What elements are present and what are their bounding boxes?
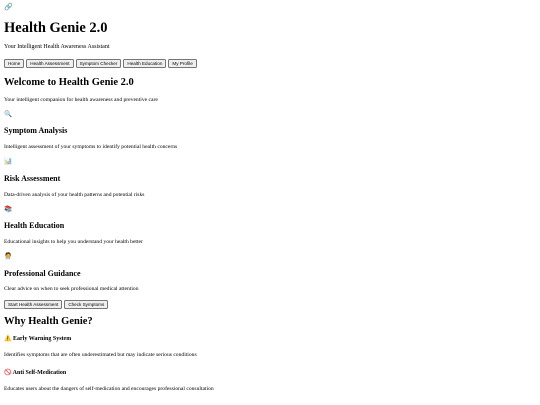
start-health-assessment-button[interactable]: Start Health Assessment — [4, 300, 63, 309]
feature-description: Intelligent assessment of your symptoms … — [4, 144, 178, 150]
magnifier-icon: 🔍 — [4, 111, 13, 118]
nav-symptom-checker-button[interactable]: Symptom Checker — [75, 59, 122, 68]
nav-home-button[interactable]: Home — [4, 59, 25, 68]
app-tagline: Your Intelligent Health Awareness Assist… — [4, 44, 110, 50]
health-worker-icon: 🧑‍⚕️ — [4, 253, 13, 260]
app-title: Health Genie 2.0 — [4, 20, 108, 36]
hero-title: Welcome to Health Genie 2.0 — [4, 77, 134, 88]
why-item-description: Educates users about the dangers of self… — [4, 386, 214, 392]
cta-group: Start Health Assessment Check Symptoms — [4, 300, 109, 309]
why-item-title: ⚠️ Early Warning System — [4, 336, 71, 343]
check-symptoms-button[interactable]: Check Symptoms — [64, 300, 109, 309]
why-item-title-text: Anti Self-Medication — [12, 370, 67, 376]
bar-chart-icon: 📊 — [4, 158, 13, 165]
feature-description: Clear advice on when to seek professiona… — [4, 286, 139, 292]
feature-description: Data-driven analysis of your health patt… — [4, 192, 145, 198]
why-item-title-text: Early Warning System — [12, 336, 72, 342]
main-nav: Home Health Assessment Symptom Checker H… — [4, 59, 197, 68]
hero-subtitle: Your intelligent companion for health aw… — [4, 97, 158, 103]
prohibited-icon: 🚫 — [4, 370, 12, 376]
books-icon: 📚 — [4, 206, 13, 213]
feature-title: Professional Guidance — [4, 269, 81, 278]
feature-title: Risk Assessment — [4, 174, 61, 183]
why-item-description: Identifies symptoms that are often under… — [4, 352, 197, 358]
nav-my-profile-button[interactable]: My Profile — [168, 59, 197, 68]
why-item-title: 🚫 Anti Self-Medication — [4, 370, 66, 377]
warning-icon: ⚠️ — [4, 336, 12, 342]
feature-title: Symptom Analysis — [4, 126, 68, 135]
logo-icon: 🔗 — [4, 3, 13, 11]
feature-description: Educational insights to help you underst… — [4, 239, 143, 245]
nav-health-education-button[interactable]: Health Education — [123, 59, 167, 68]
nav-health-assessment-button[interactable]: Health Assessment — [26, 59, 74, 68]
why-title: Why Health Genie? — [4, 316, 93, 327]
feature-title: Health Education — [4, 221, 65, 230]
